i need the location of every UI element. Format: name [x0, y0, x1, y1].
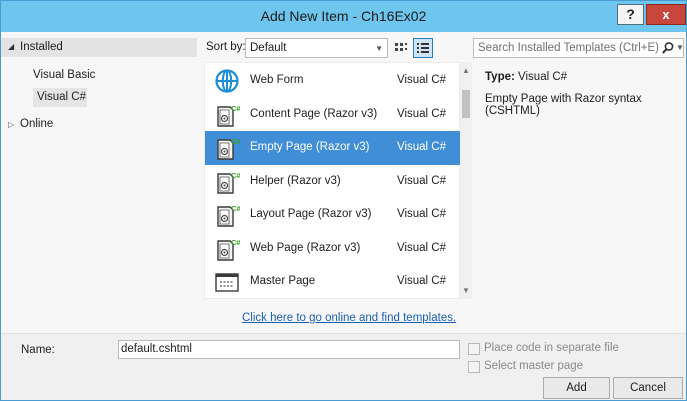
- template-language: Visual C#: [397, 107, 447, 120]
- template-language: Visual C#: [397, 74, 447, 86]
- template-row[interactable]: C# Helper (Razor v3) Visual C#: [205, 165, 460, 199]
- template-row[interactable]: Web Form Visual C#: [205, 64, 460, 98]
- template-language: Visual C#: [397, 275, 447, 287]
- master-page-icon: [214, 269, 240, 295]
- installed-label: Installed: [20, 41, 63, 53]
- template-row[interactable]: C# Empty Page (Razor v3) Visual C#: [205, 131, 460, 165]
- template-language: Visual C#: [397, 208, 447, 220]
- razor-page-icon: C#: [214, 236, 241, 262]
- template-list: Web Form Visual C# C# Content Page (Razor v…: [204, 62, 460, 299]
- search-options-chevron-icon[interactable]: ▼: [676, 43, 684, 52]
- type-label: Type:: [485, 71, 515, 83]
- select-master-checkbox[interactable]: [468, 361, 480, 373]
- svg-text:C#: C#: [231, 238, 240, 247]
- template-list-scrollbar[interactable]: ▲ ▼: [460, 62, 472, 299]
- installed-node[interactable]: ◢ Installed: [1, 38, 197, 57]
- category-tree: ◢ Installed Visual Basic Visual C# ▷ Onl…: [1, 32, 197, 314]
- search-templates-input[interactable]: Search Installed Templates (Ctrl+E) ▼: [473, 38, 684, 58]
- grid-view-icon[interactable]: [393, 40, 409, 56]
- template-row[interactable]: C# Layout Page (Razor v3) Visual C#: [205, 198, 460, 232]
- list-view-icon[interactable]: [413, 38, 433, 58]
- template-name: Master Page: [250, 275, 316, 287]
- cancel-button[interactable]: Cancel: [613, 377, 683, 399]
- sort-by-dropdown[interactable]: Default ▼: [245, 38, 388, 58]
- template-language: Visual C#: [397, 241, 447, 254]
- help-button[interactable]: ?: [617, 4, 644, 25]
- template-row[interactable]: C# Content Page (Razor v3) Visual C#: [205, 98, 460, 132]
- svg-text:C#: C#: [231, 204, 240, 213]
- template-name: Web Form: [250, 74, 304, 86]
- add-new-item-dialog: Add New Item - Ch16Ex02 ? x ◢ Installed …: [0, 0, 687, 401]
- razor-page-icon: C#: [214, 169, 241, 195]
- select-master-label: Select master page: [484, 360, 584, 372]
- svg-text:C#: C#: [231, 104, 240, 113]
- template-language: Visual C#: [397, 141, 447, 153]
- template-name: Empty Page (Razor v3): [250, 141, 370, 153]
- template-name: Layout Page (Razor v3): [250, 208, 372, 220]
- online-node[interactable]: Online: [20, 118, 53, 130]
- search-placeholder: Search Installed Templates (Ctrl+E): [478, 42, 659, 54]
- search-icon[interactable]: [661, 41, 675, 55]
- template-name: Web Page (Razor v3): [250, 241, 361, 254]
- template-row[interactable]: C# Web Page (Razor v3) Visual C#: [205, 232, 460, 266]
- expanded-triangle-icon: ◢: [8, 42, 15, 51]
- globe-icon: [214, 68, 240, 94]
- name-input[interactable]: default.cshtml: [118, 340, 460, 359]
- svg-text:C#: C#: [231, 137, 240, 146]
- razor-page-icon: C#: [214, 102, 241, 128]
- template-description: Empty Page with Razor syntax (CSHTML): [485, 93, 642, 117]
- chevron-down-icon: ▼: [375, 44, 383, 53]
- template-name: Helper (Razor v3): [250, 174, 341, 187]
- name-label: Name:: [21, 344, 55, 356]
- sort-value: Default: [250, 42, 287, 54]
- scroll-thumb[interactable]: [462, 90, 470, 118]
- scroll-down-icon[interactable]: ▼: [462, 286, 470, 295]
- place-code-checkbox[interactable]: [468, 343, 480, 355]
- window-title: Add New Item - Ch16Ex02: [260, 8, 427, 24]
- scroll-up-icon[interactable]: ▲: [462, 66, 470, 75]
- razor-page-icon: C#: [214, 202, 241, 228]
- close-button[interactable]: x: [646, 4, 686, 25]
- collapsed-triangle-icon: ▷: [8, 120, 15, 129]
- category-visual-csharp[interactable]: Visual C#: [33, 88, 87, 107]
- title-bar: Add New Item - Ch16Ex02 ? x: [1, 1, 686, 32]
- category-visual-csharp-label: Visual C#: [37, 91, 87, 103]
- template-name: Content Page (Razor v3): [250, 107, 378, 120]
- name-value: default.cshtml: [121, 343, 192, 355]
- add-button[interactable]: Add: [543, 377, 610, 399]
- template-language: Visual C#: [397, 174, 447, 187]
- category-visual-basic[interactable]: Visual Basic: [33, 69, 95, 81]
- template-type: Type: Visual C#: [485, 71, 567, 83]
- template-row[interactable]: Master Page Visual C#: [205, 265, 460, 299]
- type-value: Visual C#: [518, 71, 568, 83]
- razor-page-icon: C#: [214, 135, 241, 161]
- find-templates-online-link[interactable]: Click here to go online and find templat…: [242, 312, 456, 324]
- svg-text:C#: C#: [231, 171, 240, 180]
- place-code-label: Place code in separate file: [484, 342, 619, 354]
